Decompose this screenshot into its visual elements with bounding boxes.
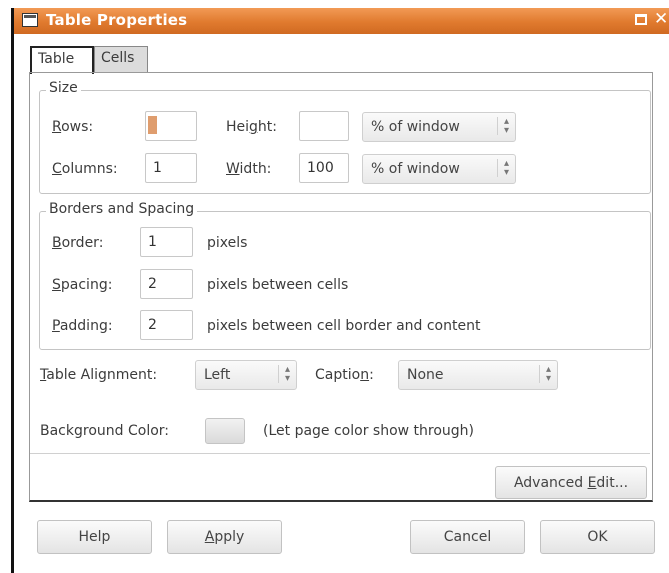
height-unit-value: % of window [371, 119, 460, 135]
maximize-icon[interactable] [635, 14, 647, 25]
spacing-unit: pixels between cells [207, 277, 349, 293]
text-cursor-highlight [148, 116, 157, 134]
background-color-note: (Let page color show through) [263, 423, 475, 439]
spin-arrows-icon: ▴ ▾ [496, 117, 509, 136]
padding-unit: pixels between cell border and content [207, 318, 481, 334]
width-unit-value: % of window [371, 161, 460, 177]
border-unit: pixels [207, 235, 248, 251]
background-color-button[interactable] [205, 418, 245, 444]
width-input[interactable]: 100 [299, 153, 349, 183]
caption-select[interactable]: None ▴ ▾ [398, 360, 558, 390]
background-color-label: Background Color: [40, 423, 169, 439]
title-bar[interactable]: Table Properties ✕ [14, 8, 669, 34]
height-unit-select[interactable]: % of window ▴ ▾ [362, 112, 516, 142]
window-title: Table Properties [46, 11, 188, 29]
padding-label: Padding: [52, 318, 113, 334]
close-icon[interactable]: ✕ [654, 9, 668, 29]
help-button[interactable]: Help [37, 520, 152, 554]
advanced-edit-button[interactable]: Advanced Edit... [495, 466, 647, 499]
ok-button[interactable]: OK [540, 520, 655, 554]
tab-table-label: Table [38, 51, 75, 67]
table-alignment-value: Left [204, 367, 231, 383]
tab-cells[interactable]: Cells [94, 46, 148, 72]
tab-table[interactable]: Table [30, 46, 94, 74]
height-label: Height: [226, 119, 278, 135]
tab-cells-label: Cells [101, 50, 135, 66]
rows-label: Rows: [52, 119, 94, 135]
cancel-button[interactable]: Cancel [410, 520, 525, 554]
apply-button[interactable]: Apply [167, 520, 282, 554]
spin-arrows-icon: ▴ ▾ [538, 365, 551, 384]
borders-legend: Borders and Spacing [46, 201, 198, 217]
border-input[interactable]: 1 [140, 227, 193, 257]
spin-arrows-icon: ▴ ▾ [277, 365, 290, 384]
border-label: Border: [52, 235, 104, 251]
columns-label: Columns: [52, 161, 118, 177]
spacing-input[interactable]: 2 [140, 269, 193, 299]
caption-label: Caption: [315, 367, 374, 383]
padding-input[interactable]: 2 [140, 310, 193, 340]
spacing-label: Spacing: [52, 277, 113, 293]
divider [30, 453, 650, 454]
table-alignment-select[interactable]: Left ▴ ▾ [195, 360, 297, 390]
columns-input[interactable]: 1 [145, 153, 197, 183]
size-legend: Size [46, 80, 81, 96]
caption-value: None [407, 367, 444, 383]
window-frame [11, 8, 14, 573]
width-label: Width: [226, 161, 272, 177]
height-input[interactable] [299, 111, 349, 141]
table-alignment-label: Table Alignment: [40, 367, 158, 383]
spin-arrows-icon: ▴ ▾ [496, 159, 509, 178]
width-unit-select[interactable]: % of window ▴ ▾ [362, 154, 516, 184]
window-icon [22, 13, 38, 27]
